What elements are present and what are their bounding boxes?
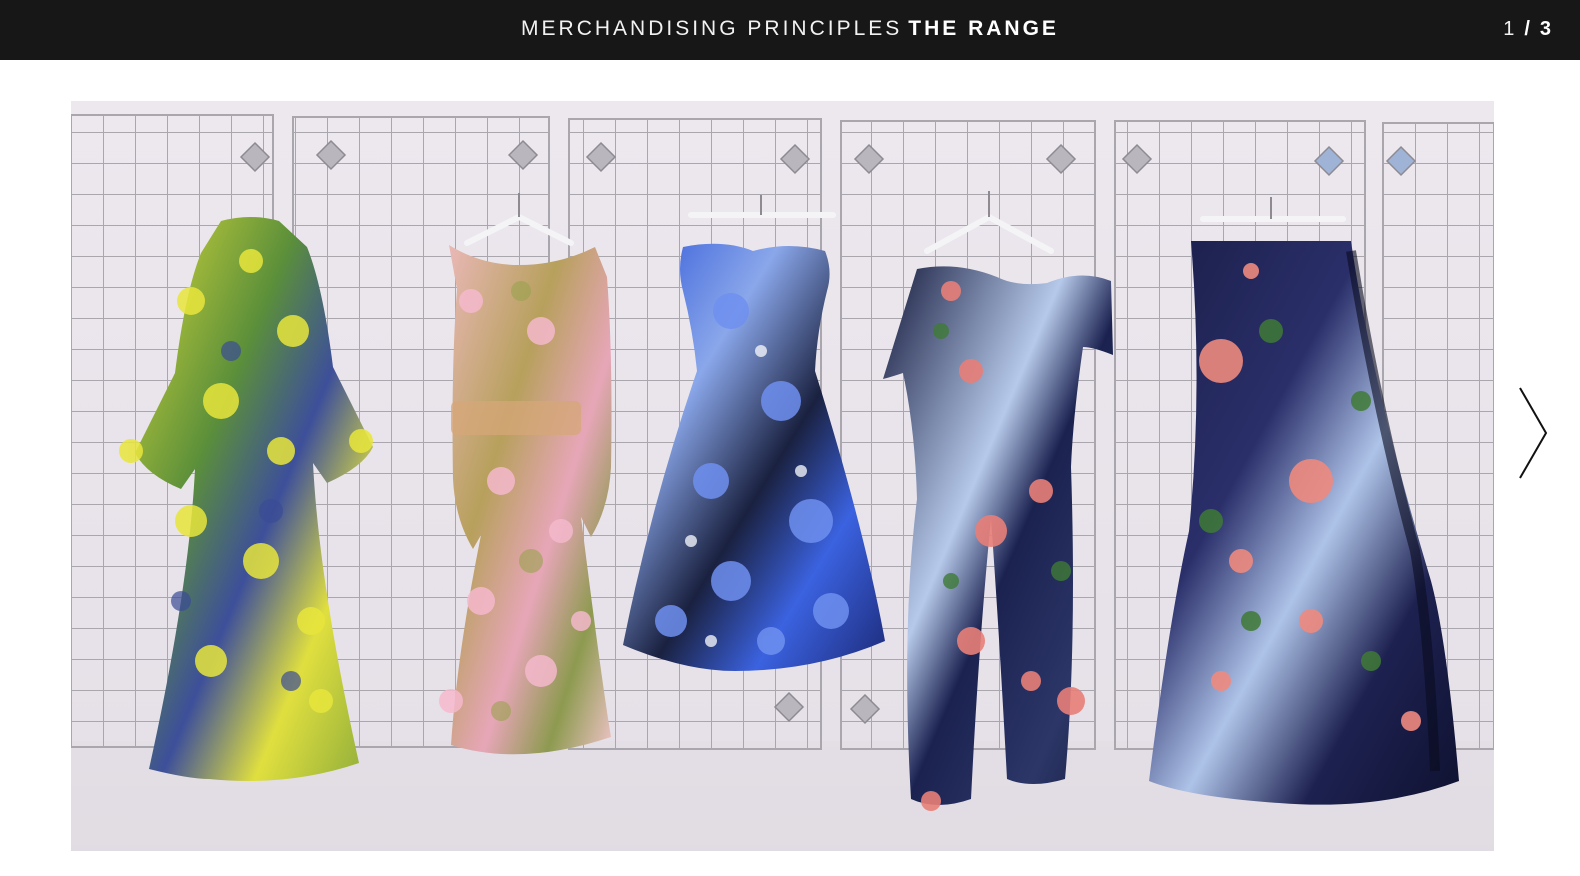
slide-counter: 1 / 3 <box>1503 17 1553 41</box>
slide-counter-current: 1 <box>1503 18 1517 40</box>
slide-counter-total: 3 <box>1539 18 1553 40</box>
next-slide-button[interactable] <box>1510 380 1556 486</box>
slide-counter-separator: / <box>1524 18 1532 40</box>
garment-pink-floral-dress <box>439 245 612 755</box>
page-title-topic: THE RANGE <box>908 17 1059 40</box>
page-title: MERCHANDISING PRINCIPLES THE RANGE <box>0 17 1580 41</box>
page-title-section: MERCHANDISING PRINCIPLES <box>521 17 903 40</box>
chevron-right-icon <box>1519 387 1548 479</box>
top-bar: MERCHANDISING PRINCIPLES THE RANGE 1 / 3 <box>0 0 1580 60</box>
slide-image <box>71 101 1494 851</box>
